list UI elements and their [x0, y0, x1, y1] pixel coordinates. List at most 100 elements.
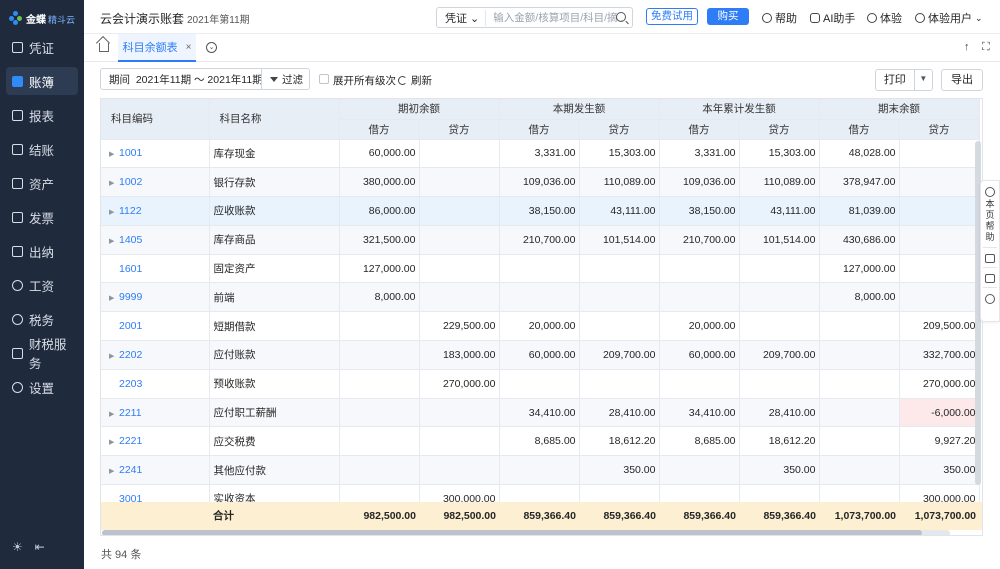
amount-cell-o_d: 127,000.00	[339, 254, 420, 284]
account-code[interactable]: 2221	[119, 435, 142, 447]
search-icon[interactable]	[616, 12, 626, 22]
account-code[interactable]: 2211	[119, 407, 142, 419]
expand-caret-icon[interactable]: ▶	[109, 467, 119, 475]
sidebar-item-0[interactable]: 凭证	[6, 33, 78, 61]
home-icon[interactable]	[99, 43, 109, 52]
account-code[interactable]: 9999	[119, 291, 142, 303]
table-row[interactable]: ▶ 1405 库存商品 321,500.00 210,700.00 101,514.00 2…	[101, 225, 980, 255]
sidebar-item-1[interactable]: 账簿	[6, 67, 78, 95]
account-code-cell[interactable]: ▶ 2211	[101, 398, 210, 428]
experience-link[interactable]: 体验	[867, 10, 902, 26]
account-code[interactable]: 1001	[119, 147, 142, 159]
account-code-cell[interactable]: ▶ 1405	[101, 225, 210, 255]
account-code-cell[interactable]: 2001	[101, 311, 210, 342]
app-logo[interactable]: 金蝶 精斗云	[9, 9, 75, 27]
total-closing-debit: 1,073,700.00	[834, 510, 896, 522]
table-row[interactable]: ▶ 2211 应付职工薪酬 34,410.00 28,410.00 34,410.00 28…	[101, 398, 980, 428]
account-code-cell[interactable]: ▶ 9999	[101, 282, 210, 313]
theme-sun-icon[interactable]: ☀	[12, 540, 23, 554]
search-type-select[interactable]: 凭证 ⌄	[445, 9, 487, 26]
sidebar-item-2[interactable]: 报表	[6, 101, 78, 129]
refresh-button[interactable]: 刷新	[398, 73, 432, 88]
table-row[interactable]: 2001 短期借款 229,500.00 20,000.00 20,000.00 209,…	[101, 311, 980, 342]
buy-button[interactable]: 购买	[707, 8, 749, 25]
account-code-cell[interactable]: ▶ 2221	[101, 426, 210, 457]
user-menu[interactable]: 体验用户 ⌄	[915, 10, 983, 26]
sidebar-item-5[interactable]: 发票	[6, 203, 78, 231]
amount-cell-y_c	[739, 254, 820, 284]
sidebar-item-4[interactable]: 资产	[6, 169, 78, 197]
sidebar-item-3[interactable]: 结账	[6, 135, 78, 163]
account-code-cell[interactable]: ▶ 2241	[101, 455, 210, 486]
account-code[interactable]: 1002	[119, 176, 142, 188]
account-code-cell[interactable]: 1601	[101, 254, 210, 284]
table-row[interactable]: ▶ 1002 银行存款 380,000.00 109,036.00 110,089.00 1…	[101, 167, 980, 198]
export-button[interactable]: 导出	[941, 69, 983, 91]
print-dropdown-icon[interactable]: ▼	[915, 70, 932, 90]
sidebar-item-10[interactable]: 设置	[6, 373, 78, 401]
account-code-cell[interactable]: ▶ 1001	[101, 139, 210, 169]
tab-more-icon[interactable]: ⌄	[206, 42, 217, 53]
period-selector[interactable]: 期间 2021年11期 ～ 2021年11期 过滤	[100, 68, 310, 90]
settings-icon	[12, 381, 23, 393]
table-row[interactable]: ▶ 1001 库存现金 60,000.00 3,331.00 15,303.00 3,331…	[101, 139, 980, 169]
gift-icon[interactable]	[985, 274, 995, 283]
scroll-top-icon[interactable]: ↑	[964, 41, 970, 53]
table-row[interactable]: ▶ 2202 应付账款 183,000.00 60,000.00 209,700.00 60…	[101, 340, 980, 370]
collapse-sidebar-icon[interactable]: ⇤	[35, 540, 45, 554]
sidebar-item-6[interactable]: 出纳	[6, 237, 78, 265]
scroll-thumb[interactable]	[102, 530, 922, 535]
current-period: 2021年第11期	[187, 15, 250, 26]
search-input[interactable]	[493, 11, 624, 24]
close-icon[interactable]: ×	[186, 42, 192, 53]
expand-caret-icon[interactable]: ▶	[109, 410, 119, 418]
tab-account-balance[interactable]: 科目余额表 ×	[118, 34, 196, 62]
ai-assistant-link[interactable]: AI助手	[810, 10, 855, 26]
amount-cell-o_c	[419, 426, 500, 457]
table-row[interactable]: ▶ 2221 应交税费 8,685.00 18,612.20 8,685.00 18,612…	[101, 426, 980, 457]
page-help-label[interactable]: 本页帮助	[985, 199, 995, 243]
help-link[interactable]: 帮助	[762, 10, 797, 26]
sidebar-item-7[interactable]: 工资	[6, 271, 78, 299]
table-row[interactable]: 1601 固定资产 127,000.00 127,000.00	[101, 254, 980, 284]
sidebar-item-9[interactable]: 财税服务	[6, 338, 78, 371]
expand-caret-icon[interactable]: ▶	[109, 438, 119, 446]
global-search[interactable]: 凭证 ⌄	[436, 7, 633, 28]
account-code[interactable]: 2203	[119, 378, 142, 390]
account-code-cell[interactable]: ▶ 1122	[101, 196, 210, 226]
col-header-opening: 期初余额	[339, 99, 500, 120]
expand-caret-icon[interactable]: ▶	[109, 150, 119, 158]
sidebar-item-8[interactable]: 税务	[6, 305, 78, 333]
account-code[interactable]: 2001	[119, 320, 142, 332]
expand-panel-icon[interactable]	[985, 294, 995, 304]
expand-caret-icon[interactable]: ▶	[109, 179, 119, 187]
account-code-cell[interactable]: ▶ 1002	[101, 167, 210, 198]
chat-icon[interactable]	[985, 254, 995, 263]
table-row[interactable]: ▶ 1122 应收账款 86,000.00 38,150.00 43,111.00 38,1…	[101, 196, 980, 226]
account-code[interactable]: 2241	[119, 464, 142, 476]
account-code[interactable]: 1601	[119, 263, 142, 275]
account-code-cell[interactable]: 2203	[101, 369, 210, 399]
expand-caret-icon[interactable]: ▶	[109, 352, 119, 360]
sidebar-item-label: 发票	[29, 211, 55, 226]
account-code[interactable]: 1122	[119, 205, 142, 217]
account-name[interactable]: 云会计演示账套	[100, 10, 184, 27]
account-code[interactable]: 2202	[119, 349, 142, 361]
print-button[interactable]: 打印 ▼	[875, 69, 933, 91]
page-help-icon[interactable]	[985, 187, 995, 197]
account-code-cell[interactable]: ▶ 2202	[101, 340, 210, 370]
table-row[interactable]: ▶ 2241 其他应付款 350.00 350.00 350.00	[101, 455, 980, 486]
expand-caret-icon[interactable]: ▶	[109, 237, 119, 245]
ai-icon	[810, 13, 820, 23]
filter-button[interactable]: 过滤	[261, 69, 311, 89]
table-row[interactable]: 2203 预收账款 270,000.00 270,000.00	[101, 369, 980, 399]
horizontal-scrollbar[interactable]	[102, 530, 950, 535]
expand-all-checkbox[interactable]	[319, 74, 329, 84]
free-trial-button[interactable]: 免费试用	[646, 8, 698, 25]
table-row[interactable]: ▶ 9999 前端 8,000.00 8,000.00	[101, 282, 980, 313]
expand-caret-icon[interactable]: ▶	[109, 208, 119, 216]
account-code[interactable]: 1405	[119, 234, 142, 246]
expand-caret-icon[interactable]: ▶	[109, 294, 119, 302]
expand-all-label[interactable]: 展开所有级次	[333, 73, 396, 88]
fullscreen-icon[interactable]: ⛶	[982, 41, 990, 54]
